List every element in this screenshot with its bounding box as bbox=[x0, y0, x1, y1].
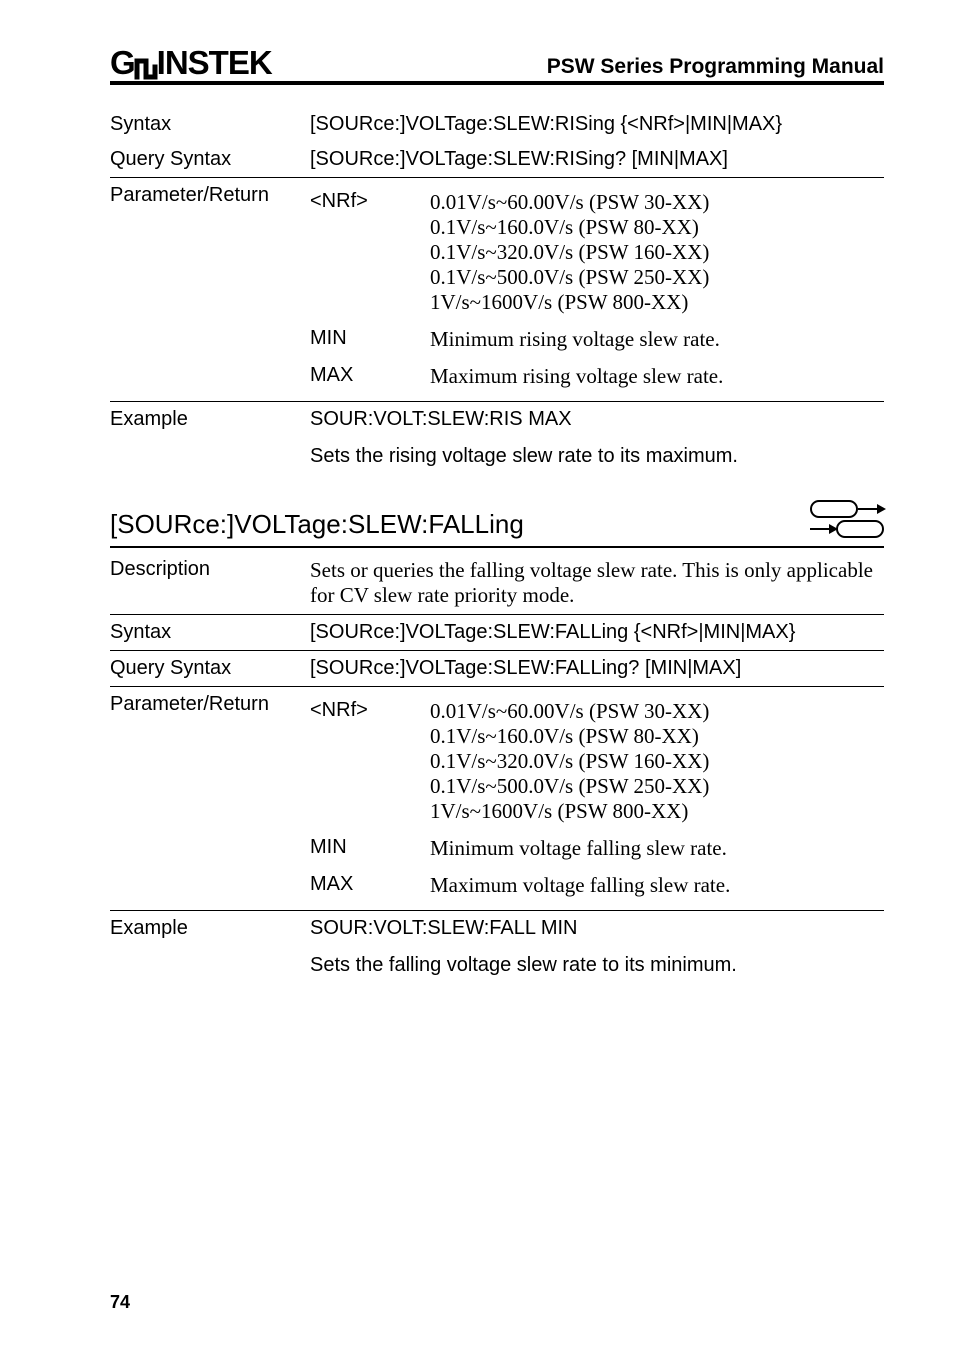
syntax-row: Syntax [SOURce:]VOLTage:SLEW:RISing {<NR… bbox=[110, 107, 884, 142]
parameter-return-label: Parameter/Return bbox=[110, 184, 310, 207]
page-title: PSW Series Programming Manual bbox=[547, 55, 884, 79]
query-syntax-row: Query Syntax [SOURce:]VOLTage:SLEW:FALLi… bbox=[110, 651, 884, 686]
syntax-value: [SOURce:]VOLTage:SLEW:RISing {<NRf>|MIN|… bbox=[310, 113, 884, 136]
example-label: Example bbox=[110, 408, 310, 431]
set-query-icon bbox=[810, 500, 884, 540]
param-value-line: Minimum rising voltage slew rate. bbox=[430, 327, 884, 352]
syntax-row: Syntax [SOURce:]VOLTage:SLEW:FALLing {<N… bbox=[110, 615, 884, 650]
param-key: MAX bbox=[310, 873, 430, 898]
example-note: Sets the rising voltage slew rate to its… bbox=[110, 437, 884, 472]
syntax-label: Syntax bbox=[110, 113, 310, 136]
example-label: Example bbox=[110, 917, 310, 940]
parameter-return-row: Parameter/Return <NRf>0.01V/s~60.00V/s (… bbox=[110, 687, 884, 910]
example-value: SOUR:VOLT:SLEW:RIS MAX bbox=[310, 408, 884, 431]
logo-right: INSTEK bbox=[157, 46, 272, 79]
param-value-line: Maximum rising voltage slew rate. bbox=[430, 364, 884, 389]
param-key: <NRf> bbox=[310, 699, 430, 824]
param-entry: <NRf>0.01V/s~60.00V/s (PSW 30-XX)0.1V/s~… bbox=[310, 693, 884, 830]
param-value-line: 0.01V/s~60.00V/s (PSW 30-XX) bbox=[430, 190, 884, 215]
param-value-line: 0.1V/s~320.0V/s (PSW 160-XX) bbox=[430, 240, 884, 265]
parameter-return-values: <NRf>0.01V/s~60.00V/s (PSW 30-XX)0.1V/s~… bbox=[310, 693, 884, 904]
query-syntax-label: Query Syntax bbox=[110, 657, 310, 680]
param-value-line: 0.1V/s~320.0V/s (PSW 160-XX) bbox=[430, 749, 884, 774]
param-entry: MINMinimum voltage falling slew rate. bbox=[310, 830, 884, 867]
description-row: Description Sets or queries the falling … bbox=[110, 548, 884, 614]
param-value: 0.01V/s~60.00V/s (PSW 30-XX)0.1V/s~160.0… bbox=[430, 190, 884, 315]
param-value: Minimum voltage falling slew rate. bbox=[430, 836, 884, 861]
param-entry: MINMinimum rising voltage slew rate. bbox=[310, 321, 884, 358]
parameter-return-label: Parameter/Return bbox=[110, 693, 310, 716]
query-icon bbox=[810, 520, 884, 538]
set-icon bbox=[810, 500, 884, 518]
parameter-return-values: <NRf>0.01V/s~60.00V/s (PSW 30-XX)0.1V/s~… bbox=[310, 184, 884, 395]
description-value: Sets or queries the falling voltage slew… bbox=[310, 558, 884, 608]
param-value-line: 0.1V/s~500.0V/s (PSW 250-XX) bbox=[430, 265, 884, 290]
example-value: SOUR:VOLT:SLEW:FALL MIN bbox=[310, 917, 884, 940]
param-value-line: 1V/s~1600V/s (PSW 800-XX) bbox=[430, 290, 884, 315]
description-label: Description bbox=[110, 558, 310, 581]
query-syntax-value: [SOURce:]VOLTage:SLEW:FALLing? [MIN|MAX] bbox=[310, 657, 884, 680]
example-note: Sets the falling voltage slew rate to it… bbox=[110, 946, 884, 981]
param-value-line: 0.1V/s~160.0V/s (PSW 80-XX) bbox=[430, 215, 884, 240]
param-value: Minimum rising voltage slew rate. bbox=[430, 327, 884, 352]
param-entry: MAXMaximum voltage falling slew rate. bbox=[310, 867, 884, 904]
query-syntax-value: [SOURce:]VOLTage:SLEW:RISing? [MIN|MAX] bbox=[310, 148, 884, 171]
brand-logo: G INSTEK bbox=[110, 46, 272, 79]
logo-left: G bbox=[110, 46, 135, 79]
param-value: Maximum rising voltage slew rate. bbox=[430, 364, 884, 389]
param-value-line: 1V/s~1600V/s (PSW 800-XX) bbox=[430, 799, 884, 824]
param-value-line: Minimum voltage falling slew rate. bbox=[430, 836, 884, 861]
example-row: Example SOUR:VOLT:SLEW:FALL MIN bbox=[110, 911, 884, 946]
param-key: <NRf> bbox=[310, 190, 430, 315]
param-key: MAX bbox=[310, 364, 430, 389]
param-value-line: 0.1V/s~160.0V/s (PSW 80-XX) bbox=[430, 724, 884, 749]
param-entry: MAXMaximum rising voltage slew rate. bbox=[310, 358, 884, 395]
page-header: G INSTEK PSW Series Programming Manual bbox=[110, 46, 884, 85]
param-value-line: Maximum voltage falling slew rate. bbox=[430, 873, 884, 898]
param-value: 0.01V/s~60.00V/s (PSW 30-XX)0.1V/s~160.0… bbox=[430, 699, 884, 824]
param-value: Maximum voltage falling slew rate. bbox=[430, 873, 884, 898]
param-key: MIN bbox=[310, 836, 430, 861]
param-key: MIN bbox=[310, 327, 430, 352]
logo-glyph-icon bbox=[133, 53, 159, 81]
syntax-value: [SOURce:]VOLTage:SLEW:FALLing {<NRf>|MIN… bbox=[310, 621, 884, 644]
command-heading-row: [SOURce:]VOLTage:SLEW:FALLing bbox=[110, 500, 884, 540]
query-syntax-label: Query Syntax bbox=[110, 148, 310, 171]
param-value-line: 0.1V/s~500.0V/s (PSW 250-XX) bbox=[430, 774, 884, 799]
example-row: Example SOUR:VOLT:SLEW:RIS MAX bbox=[110, 402, 884, 437]
param-value-line: 0.01V/s~60.00V/s (PSW 30-XX) bbox=[430, 699, 884, 724]
param-entry: <NRf>0.01V/s~60.00V/s (PSW 30-XX)0.1V/s~… bbox=[310, 184, 884, 321]
command-heading: [SOURce:]VOLTage:SLEW:FALLing bbox=[110, 509, 524, 540]
page-number: 74 bbox=[110, 1292, 130, 1313]
syntax-label: Syntax bbox=[110, 621, 310, 644]
query-syntax-row: Query Syntax [SOURce:]VOLTage:SLEW:RISin… bbox=[110, 142, 884, 177]
parameter-return-row: Parameter/Return <NRf>0.01V/s~60.00V/s (… bbox=[110, 178, 884, 401]
